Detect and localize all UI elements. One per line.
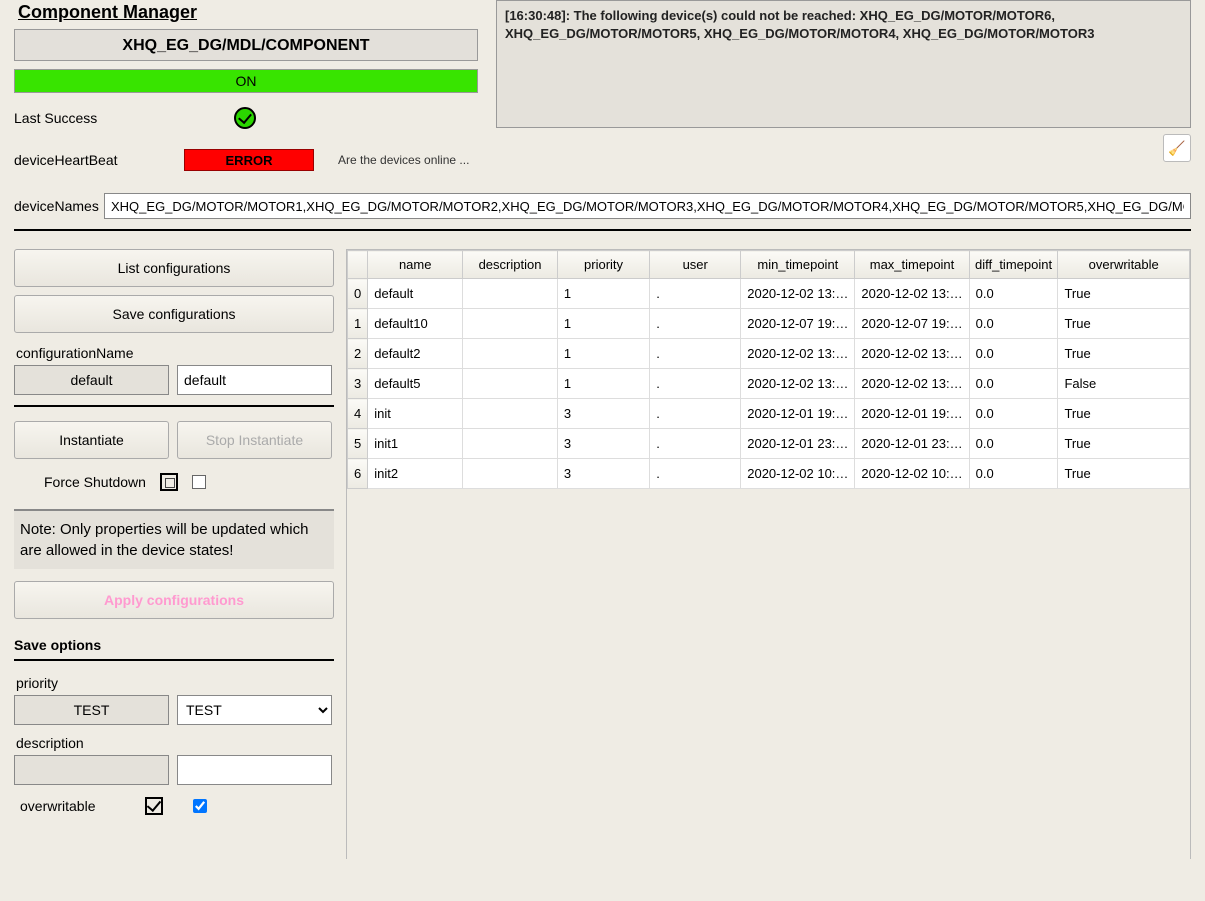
table-row[interactable]: 1default101.2020-12-07 19:…2020-12-07 19… <box>348 309 1190 339</box>
priority-label: priority <box>16 675 334 691</box>
force-shutdown-indicator-icon <box>160 473 178 491</box>
overwritable-label: overwritable <box>20 798 95 814</box>
config-name-display: default <box>14 365 169 395</box>
note-text: Note: Only properties will be updated wh… <box>14 509 334 569</box>
divider <box>14 405 334 407</box>
table-row[interactable]: 0default1.2020-12-02 13:…2020-12-02 13:…… <box>348 279 1190 309</box>
success-check-icon <box>234 107 256 129</box>
priority-select[interactable]: TEST <box>177 695 332 725</box>
save-options-header: Save options <box>14 637 334 653</box>
config-name-label: configurationName <box>16 345 334 361</box>
page-title: Component Manager <box>18 2 478 23</box>
table-row[interactable]: 3default51.2020-12-02 13:…2020-12-02 13:… <box>348 369 1190 399</box>
last-success-label: Last Success <box>14 110 174 126</box>
table-header-row: name description priority user min_timep… <box>348 251 1190 279</box>
heartbeat-hint: Are the devices online ... <box>338 153 469 167</box>
col-name[interactable]: name <box>368 251 463 279</box>
apply-configurations-button[interactable]: Apply configurations <box>14 581 334 619</box>
col-priority[interactable]: priority <box>557 251 649 279</box>
col-overwritable[interactable]: overwritable <box>1058 251 1190 279</box>
device-on-status: ON <box>14 69 478 93</box>
col-min-timepoint[interactable]: min_timepoint <box>741 251 855 279</box>
description-display <box>14 755 169 785</box>
clear-log-button[interactable]: 🧹 <box>1163 134 1191 162</box>
table-row[interactable]: 4init3.2020-12-01 19:…2020-12-01 19:…0.0… <box>348 399 1190 429</box>
divider <box>14 229 1191 231</box>
stop-instantiate-button[interactable]: Stop Instantiate <box>177 421 332 459</box>
divider <box>14 659 334 661</box>
table-row[interactable]: 2default21.2020-12-02 13:…2020-12-02 13:… <box>348 339 1190 369</box>
col-description[interactable]: description <box>463 251 558 279</box>
description-input[interactable] <box>177 755 332 785</box>
description-label: description <box>16 735 334 751</box>
overwritable-checkbox[interactable] <box>193 799 207 813</box>
config-name-input[interactable] <box>177 365 332 395</box>
table-row[interactable]: 5init13.2020-12-01 23:…2020-12-01 23:…0.… <box>348 429 1190 459</box>
col-max-timepoint[interactable]: max_timepoint <box>855 251 969 279</box>
save-configurations-button[interactable]: Save configurations <box>14 295 334 333</box>
configurations-table[interactable]: name description priority user min_timep… <box>346 249 1191 859</box>
force-shutdown-checkbox[interactable] <box>192 475 206 489</box>
device-path-display: XHQ_EG_DG/MDL/COMPONENT <box>14 29 478 61</box>
priority-display: TEST <box>14 695 169 725</box>
col-diff-timepoint[interactable]: diff_timepoint <box>969 251 1058 279</box>
col-user[interactable]: user <box>650 251 741 279</box>
force-shutdown-label: Force Shutdown <box>44 474 146 490</box>
device-names-input[interactable] <box>104 193 1191 219</box>
instantiate-button[interactable]: Instantiate <box>14 421 169 459</box>
overwritable-indicator-icon <box>145 797 163 815</box>
log-panel: [16:30:48]: The following device(s) coul… <box>496 0 1191 128</box>
table-row[interactable]: 6init23.2020-12-02 10:…2020-12-02 10:…0.… <box>348 459 1190 489</box>
list-configurations-button[interactable]: List configurations <box>14 249 334 287</box>
device-names-label: deviceNames <box>14 198 94 214</box>
heartbeat-label: deviceHeartBeat <box>14 152 174 168</box>
heartbeat-status: ERROR <box>184 149 314 171</box>
